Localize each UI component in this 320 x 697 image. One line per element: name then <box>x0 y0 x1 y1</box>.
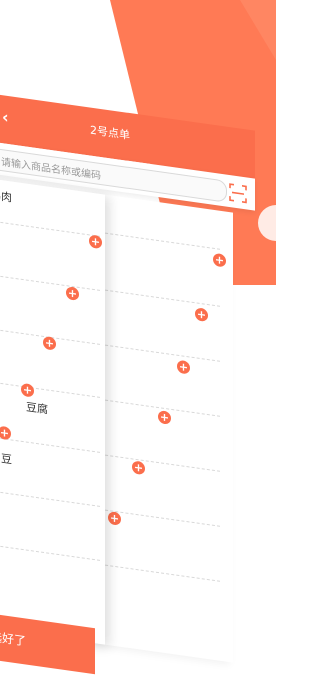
divider <box>0 543 100 561</box>
divider <box>0 489 100 507</box>
add-item-button[interactable]: + <box>158 410 171 425</box>
add-item-button[interactable]: + <box>89 234 102 250</box>
divider <box>0 435 100 453</box>
product-list-right: + + + + + + <box>95 193 233 663</box>
list-item-name: 豆腐 <box>26 400 48 417</box>
decorative-circle <box>258 205 294 241</box>
chevron-left-icon: ‹ <box>2 107 9 128</box>
divider <box>0 273 100 291</box>
divider <box>100 231 220 250</box>
add-item-button[interactable]: + <box>195 307 208 323</box>
list-item-name: 鸡肉 <box>0 188 12 205</box>
list-item-name: 豆 <box>1 451 12 467</box>
page-title: 2号点单 <box>90 123 130 143</box>
divider <box>100 563 220 582</box>
scan-icon[interactable] <box>227 181 249 206</box>
add-item-button[interactable]: + <box>132 460 145 476</box>
search-placeholder: 请输入商品名称或编码 <box>1 156 101 183</box>
add-item-button[interactable]: + <box>213 252 226 268</box>
divider <box>100 288 220 307</box>
divider <box>0 219 100 237</box>
add-item-button[interactable]: + <box>21 382 34 398</box>
confirm-button-label: 选好了 <box>0 629 27 649</box>
divider <box>0 380 100 398</box>
add-item-button[interactable]: + <box>177 359 190 375</box>
add-item-button[interactable]: + <box>66 286 79 301</box>
back-button[interactable]: ‹ <box>2 107 9 127</box>
divider <box>100 343 220 362</box>
add-item-button[interactable]: + <box>108 511 121 526</box>
divider <box>100 453 220 472</box>
app-screen: ‹ 2号点单 请输入商品名称或编码 + + + + + + 鸡肉 + + + +… <box>0 85 260 675</box>
product-list-left: 鸡肉 0 + + + + 豆腐 + 豆 + + <box>0 170 105 645</box>
